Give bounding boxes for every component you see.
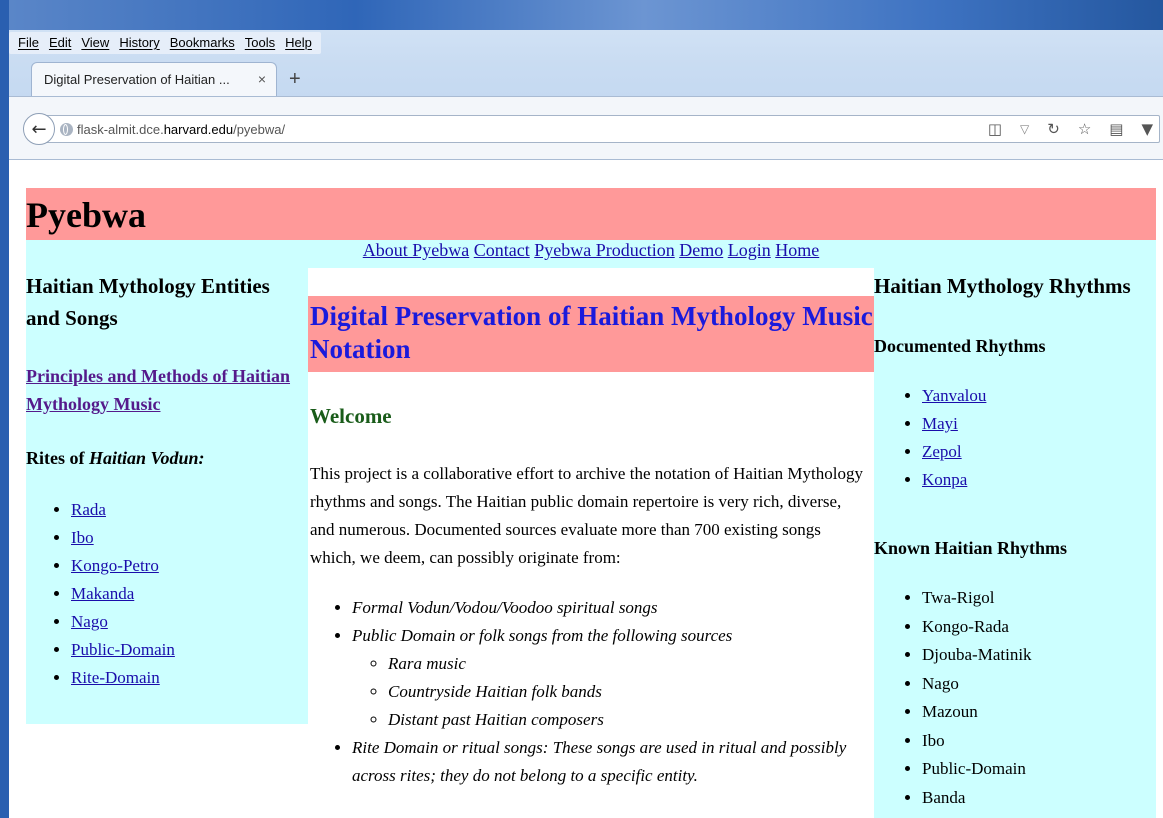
principles-link[interactable]: Principles and Methods of Haitian Mythol… [26, 362, 296, 418]
welcome-heading: Welcome [310, 404, 392, 428]
list-item: Twa-Rigol [922, 584, 1032, 613]
back-arrow-icon: ← [31, 118, 47, 140]
tab-active[interactable]: Digital Preservation of Haitian ... × [31, 62, 277, 96]
title-bar [9, 0, 1163, 30]
menu-bar: File Edit View History Bookmarks Tools H… [9, 32, 321, 54]
rhythm-link-konpa[interactable]: Konpa [922, 470, 967, 489]
list-item: Rara music [388, 650, 868, 678]
nav-home[interactable]: Home [775, 240, 819, 260]
list-item: Ibo [71, 524, 175, 552]
rite-link-public-domain[interactable]: Public-Domain [71, 640, 175, 659]
list-item: Public-Domain [71, 636, 175, 664]
list-item: Banda [922, 784, 1032, 813]
rites-label: Rites of Haitian Vodun: [26, 448, 205, 469]
menu-help[interactable]: Help [280, 32, 317, 54]
nav-production[interactable]: Pyebwa Production [534, 240, 674, 260]
site-title: Pyebwa [26, 195, 146, 235]
list-item: Rada [71, 496, 175, 524]
nav-about[interactable]: About Pyebwa [363, 240, 470, 260]
nav-demo[interactable]: Demo [679, 240, 723, 260]
menu-tools[interactable]: Tools [240, 32, 280, 54]
nav-login[interactable]: Login [728, 240, 771, 260]
page-title: Digital Preservation of Haitian Mytholog… [308, 296, 874, 372]
new-tab-icon[interactable]: + [289, 68, 301, 91]
url-actions: ◫ ▽ ↻ ☆ ▤ ▼ [988, 116, 1153, 142]
list-item: Formal Vodun/Vodou/Voodoo spiritual song… [352, 594, 868, 622]
window-edge [0, 0, 9, 818]
tab-strip: Digital Preservation of Haitian ... × + [9, 58, 1163, 96]
documented-label: Documented Rhythms [874, 336, 1046, 356]
sub-sources-list: Rara music Countryside Haitian folk band… [352, 650, 868, 734]
url-host: harvard.edu [163, 121, 234, 137]
rite-link-rada[interactable]: Rada [71, 500, 106, 519]
menu-bookmarks[interactable]: Bookmarks [165, 32, 240, 54]
rhythm-link-zepol[interactable]: Zepol [922, 442, 962, 461]
left-sidebar: Haitian Mythology Entities and Songs Pri… [26, 240, 308, 724]
back-button[interactable]: ← [23, 113, 55, 145]
menu-view[interactable]: View [76, 32, 114, 54]
list-item: Zepol [922, 438, 986, 466]
rites-list: Rada Ibo Kongo-Petro Makanda Nago Public… [26, 496, 175, 692]
list-item: Countryside Haitian folk bands [388, 678, 868, 706]
list-item: Kongo-Rada [922, 613, 1032, 642]
nav-contact[interactable]: Contact [474, 240, 530, 260]
right-sidebar: Haitian Mythology Rhythms Documented Rhy… [874, 240, 1156, 818]
list-item: Kongo-Petro [71, 552, 175, 580]
rhythm-link-yanvalou[interactable]: Yanvalou [922, 386, 986, 405]
reload-icon[interactable]: ↻ [1047, 120, 1060, 138]
list-item: Nago [922, 670, 1032, 699]
rites-label-text: Rites of [26, 448, 89, 468]
url-bar[interactable]: flask-almit.dce. harvard.edu/pyebwa/ ◫ ▽ … [45, 115, 1160, 143]
list-item: Nago [71, 608, 175, 636]
list-item: Mayi [922, 410, 986, 438]
list-item: Ibo [922, 727, 1032, 756]
rites-label-em: Haitian Vodun: [88, 448, 205, 468]
list-item: Mazoun [922, 698, 1032, 727]
url-prefix: flask-almit.dce. [77, 121, 164, 137]
list-item-text: Public Domain or folk songs from the fol… [352, 626, 733, 645]
rite-link-makanda[interactable]: Makanda [71, 584, 134, 603]
reader-icon[interactable]: ◫ [988, 120, 1002, 138]
list-item: Makanda [71, 580, 175, 608]
menu-edit[interactable]: Edit [44, 32, 76, 54]
rite-link-ibo[interactable]: Ibo [71, 528, 94, 547]
rite-link-rite-domain[interactable]: Rite-Domain [71, 668, 160, 687]
left-heading: Haitian Mythology Entities and Songs [26, 274, 270, 330]
sources-list: Formal Vodun/Vodou/Voodoo spiritual song… [308, 594, 868, 790]
globe-icon [60, 122, 73, 136]
list-item: Public-Domain [922, 755, 1032, 784]
list-item: Distant past Haitian composers [388, 706, 868, 734]
list-item: Rite-Domain [71, 664, 175, 692]
rite-link-kongo-petro[interactable]: Kongo-Petro [71, 556, 159, 575]
list-item: Djouba-Matinik [922, 641, 1032, 670]
top-nav: About Pyebwa Contact Pyebwa Production D… [308, 240, 874, 268]
close-icon[interactable]: × [258, 71, 266, 87]
tab-title: Digital Preservation of Haitian ... [44, 72, 230, 87]
list-item: Rite Domain or ritual songs: These songs… [352, 734, 868, 790]
star-icon[interactable]: ☆ [1078, 120, 1091, 138]
url-path: /pyebwa/ [233, 121, 286, 137]
main-content: Digital Preservation of Haitian Mytholog… [308, 268, 874, 818]
right-heading: Haitian Mythology Rhythms [874, 274, 1131, 298]
browser-chrome: File Edit View History Bookmarks Tools H… [9, 0, 1163, 160]
pocket-icon[interactable]: ▼ [1141, 120, 1153, 138]
menu-history[interactable]: History [114, 32, 164, 54]
list-item: Konpa [922, 466, 986, 494]
web-page: Pyebwa Haitian Mythology Entities and So… [26, 188, 1156, 818]
site-banner: Pyebwa [26, 188, 1156, 240]
nav-bar: flask-almit.dce. harvard.edu/pyebwa/ ◫ ▽ … [9, 96, 1163, 160]
rhythm-link-mayi[interactable]: Mayi [922, 414, 958, 433]
list-item: Public Domain or folk songs from the fol… [352, 622, 868, 734]
rite-link-nago[interactable]: Nago [71, 612, 108, 631]
list-item: Yanvalou [922, 382, 986, 410]
reading-list-icon[interactable]: ▤ [1109, 120, 1123, 138]
menu-file[interactable]: File [13, 32, 44, 54]
documented-list: Yanvalou Mayi Zepol Konpa [874, 382, 986, 494]
known-list: Twa-Rigol Kongo-Rada Djouba-Matinik Nago… [874, 584, 1032, 812]
intro-paragraph: This project is a collaborative effort t… [310, 464, 863, 567]
known-label: Known Haitian Rhythms [874, 538, 1068, 558]
dropdown-icon[interactable]: ▽ [1020, 122, 1029, 136]
